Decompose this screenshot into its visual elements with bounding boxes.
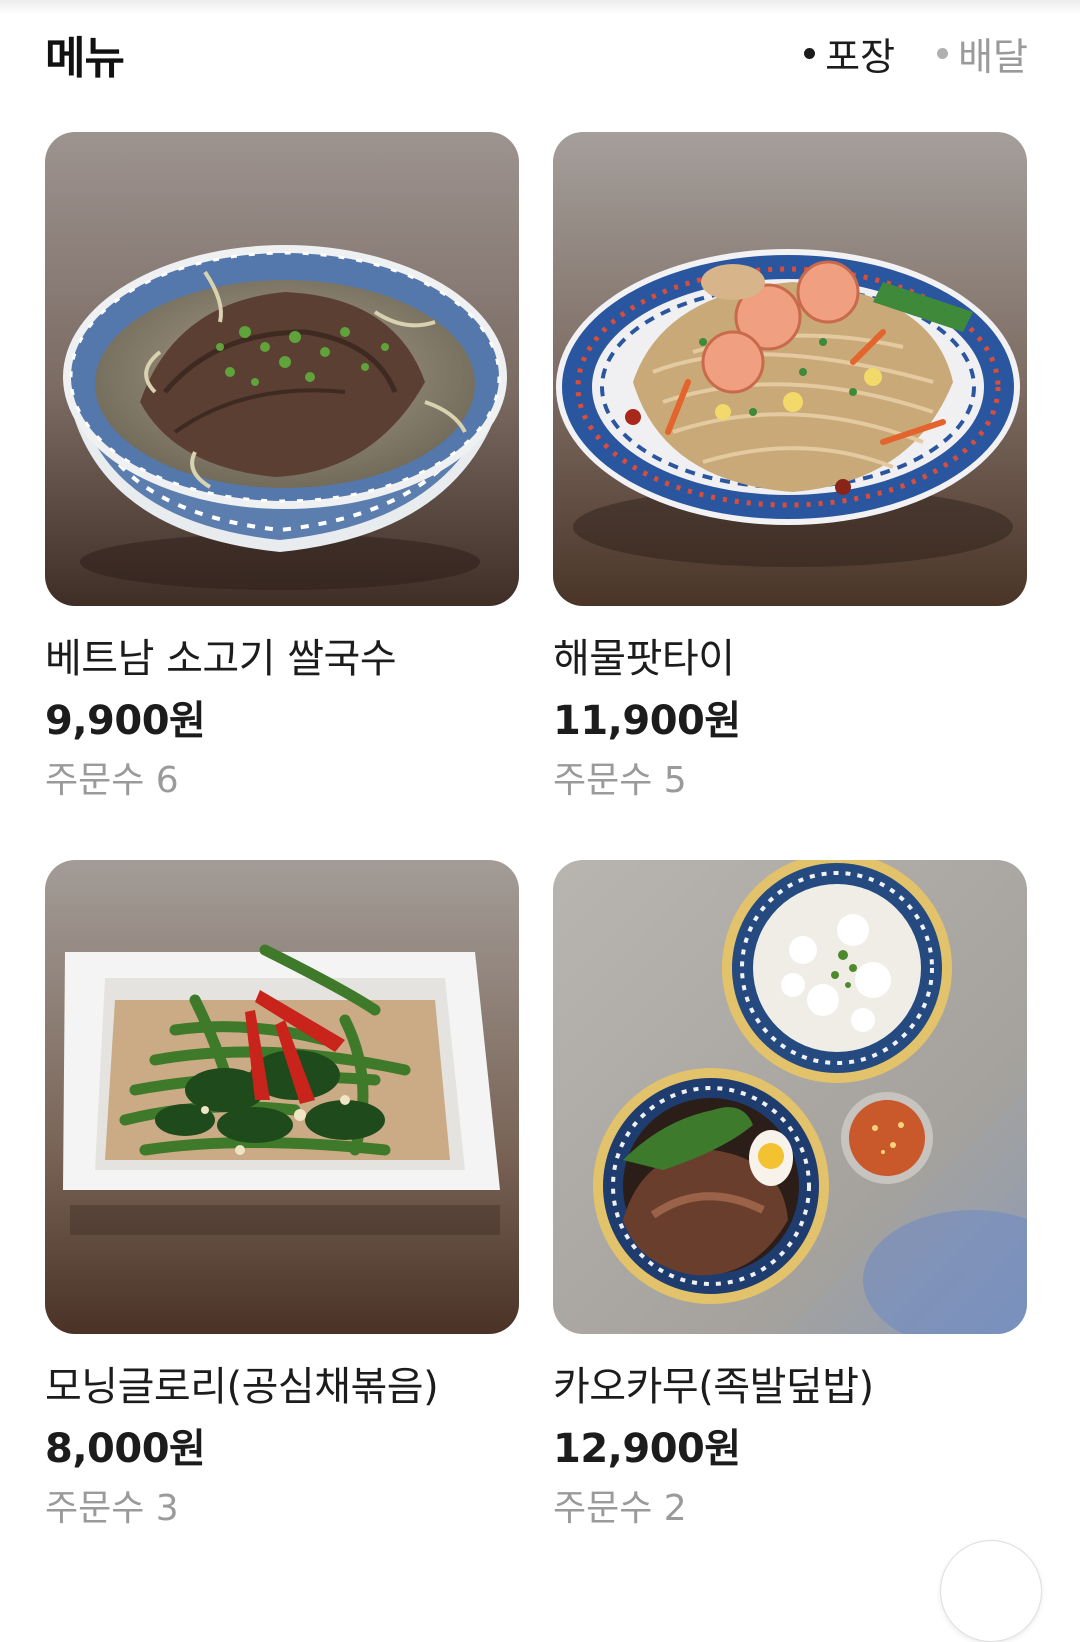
menu-item-pad-thai[interactable]: 해물팟타이 11,900원 주문수 5 bbox=[553, 132, 1027, 804]
menu-item-name: 모닝글로리(공심채볶음) bbox=[45, 1364, 439, 1410]
menu-item-price: 11,900원 bbox=[553, 698, 741, 744]
menu-item-order-count: 주문수 3 bbox=[45, 1488, 179, 1529]
menu-item-price: 8,000원 bbox=[45, 1426, 206, 1472]
khao-kha-moo-image[interactable] bbox=[553, 860, 1027, 1334]
dot-icon bbox=[804, 48, 816, 59]
menu-item-order-count: 주문수 5 bbox=[553, 760, 687, 801]
menu-header: 메뉴 포장 배달 bbox=[0, 0, 1080, 110]
morning-glory-image[interactable] bbox=[45, 860, 519, 1334]
menu-item-khao-kha-moo[interactable]: 카오카무(족발덮밥) 12,900원 주문수 2 bbox=[553, 860, 1027, 1532]
menu-item-morning-glory[interactable]: 모닝글로리(공심채볶음) 8,000원 주문수 3 bbox=[45, 860, 519, 1532]
menu-item-name: 해물팟타이 bbox=[553, 636, 735, 682]
tab-delivery-label: 배달 bbox=[958, 35, 1028, 79]
menu-item-order-count: 주문수 6 bbox=[45, 760, 179, 801]
pho-noodle-image[interactable] bbox=[45, 132, 519, 606]
menu-grid: 베트남 소고기 쌀국수 9,900원 주문수 6 해물팟타이 11,900원 주… bbox=[45, 132, 1027, 1532]
menu-item-price: 9,900원 bbox=[45, 698, 206, 744]
tab-delivery[interactable]: 배달 bbox=[937, 26, 1028, 81]
tab-takeout-label: 포장 bbox=[825, 35, 896, 79]
order-type-tabs: 포장 배달 bbox=[804, 26, 1028, 81]
menu-item-name: 베트남 소고기 쌀국수 bbox=[45, 636, 397, 682]
menu-item-pho[interactable]: 베트남 소고기 쌀국수 9,900원 주문수 6 bbox=[45, 132, 519, 804]
menu-item-price: 12,900원 bbox=[553, 1426, 741, 1472]
menu-item-order-count: 주문수 2 bbox=[553, 1488, 687, 1529]
page-title: 메뉴 bbox=[45, 33, 125, 84]
pad-thai-image[interactable] bbox=[553, 132, 1027, 606]
dot-icon bbox=[937, 48, 949, 59]
scroll-top-button[interactable] bbox=[940, 1540, 1042, 1642]
tab-takeout[interactable]: 포장 bbox=[804, 26, 895, 81]
menu-item-name: 카오카무(족발덮밥) bbox=[553, 1364, 874, 1410]
